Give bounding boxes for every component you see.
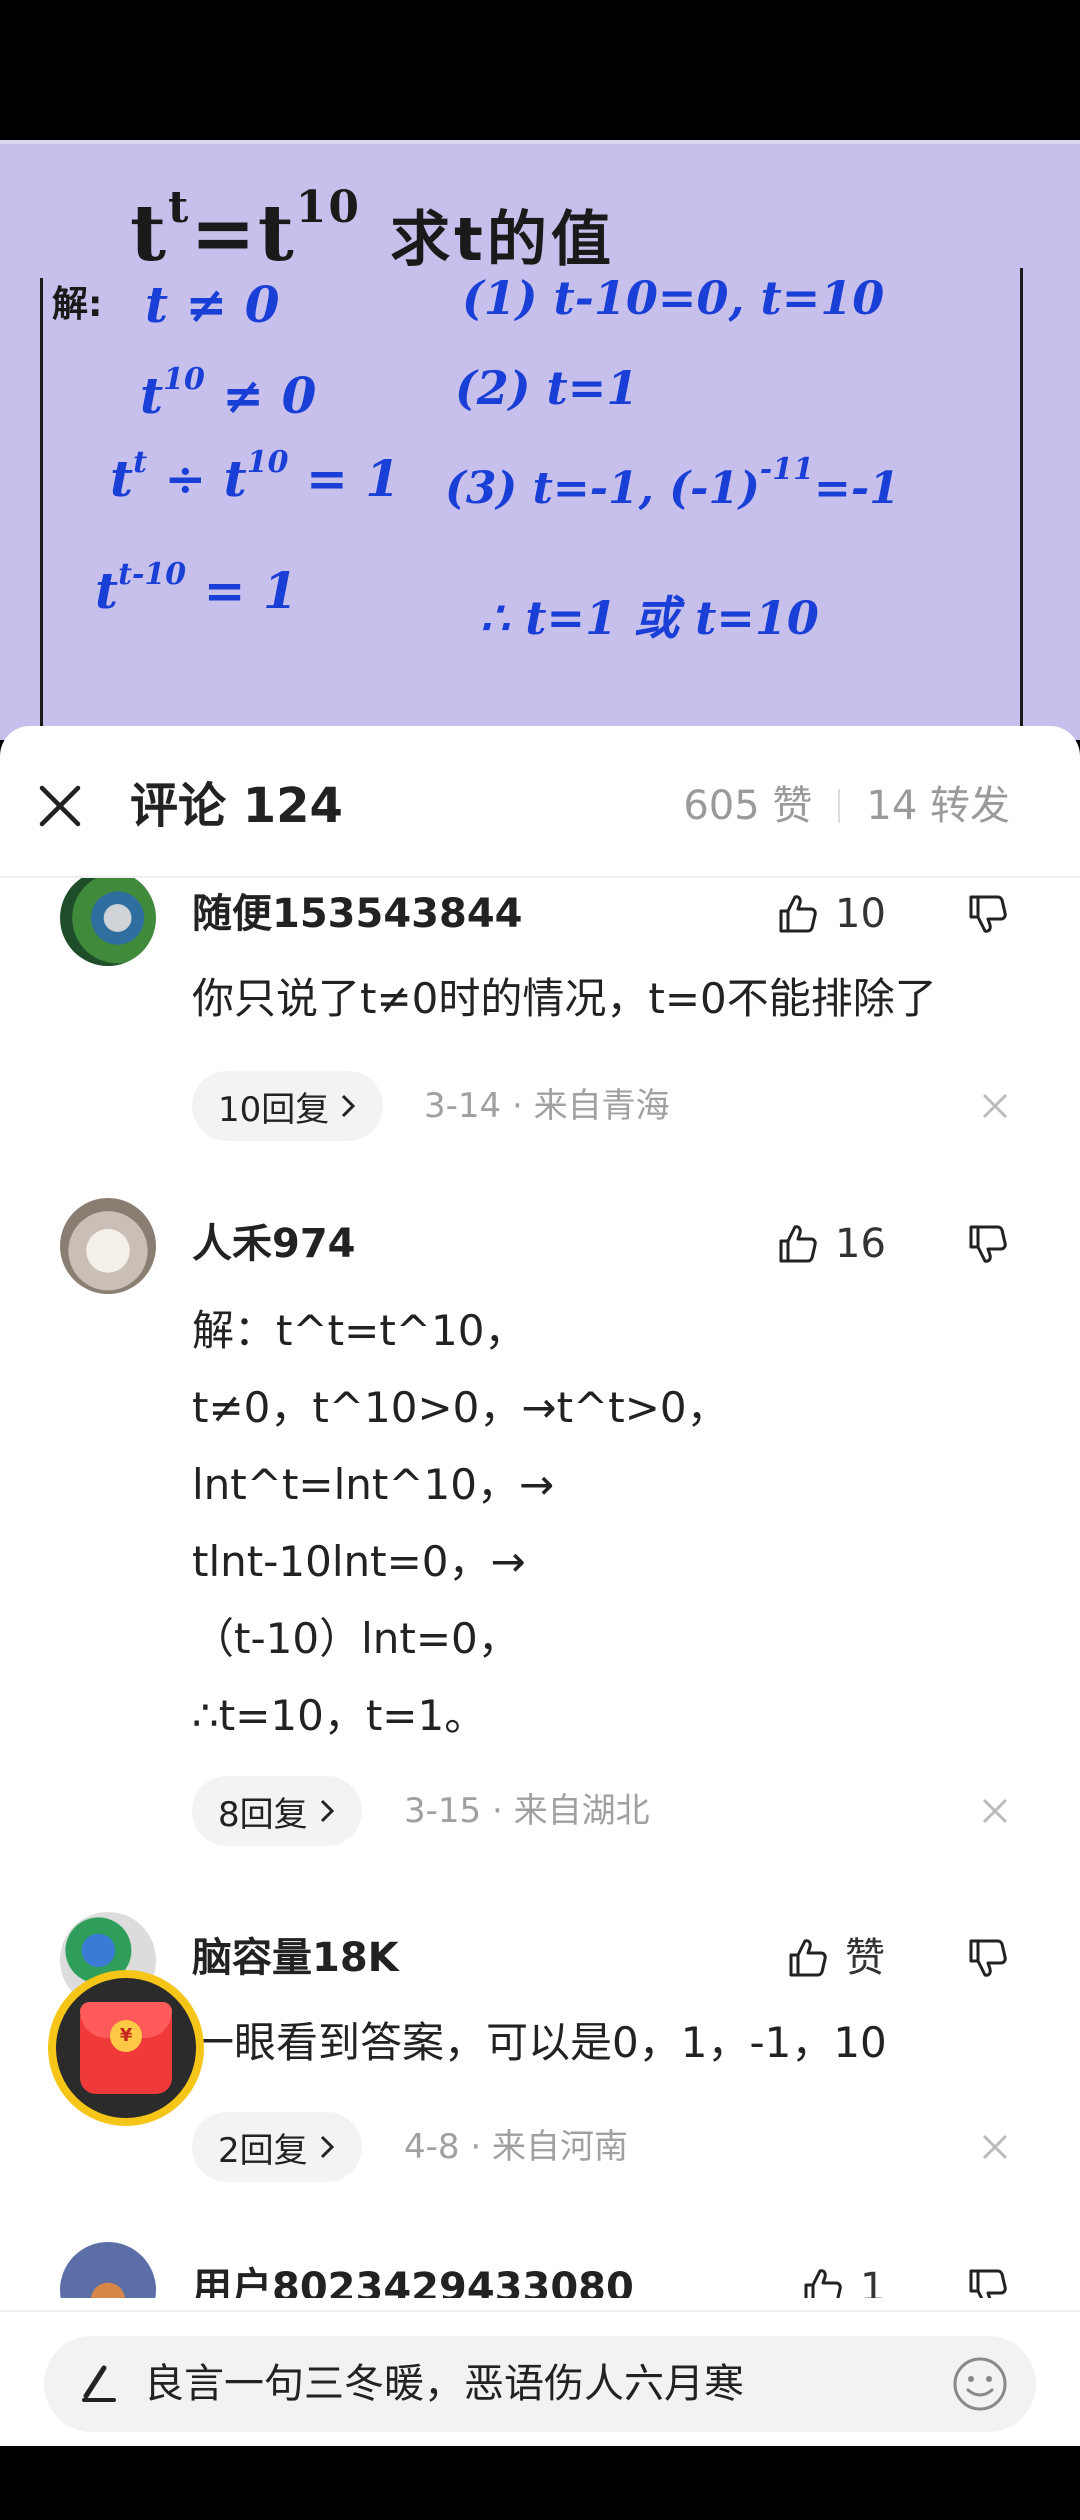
like-button[interactable]: 赞	[785, 1928, 885, 1988]
shares-count[interactable]: 14 转发	[866, 778, 1010, 834]
avatar[interactable]	[60, 878, 156, 966]
like-button[interactable]: 1	[800, 2258, 885, 2298]
comment-text: 一眼看到答案，可以是0，1，-1，10	[192, 2018, 887, 2067]
thumbs-up-icon	[789, 1939, 827, 1977]
like-button[interactable]: 10	[775, 884, 886, 944]
title-question: 求t的值	[390, 205, 615, 275]
like-count: 10	[835, 891, 886, 937]
username[interactable]: 用户8023429433080	[192, 2260, 634, 2298]
username[interactable]: 随便153543844	[192, 886, 523, 942]
avatar[interactable]	[60, 1198, 156, 1294]
thumbs-up-icon	[804, 2269, 842, 2298]
pen-icon	[82, 2365, 116, 2402]
like-count: 16	[835, 1221, 886, 1267]
replies-label: 10回复	[218, 1089, 330, 1130]
close-button[interactable]	[30, 776, 90, 836]
chevron-right-icon	[320, 2135, 334, 2159]
comment-meta: 4-8 · 来自河南	[404, 2127, 628, 2167]
replies-label: 2回复	[218, 2130, 308, 2171]
comment-input-area: 良言一句三冬暖，恶语伤人六月寒	[0, 2310, 1080, 2446]
replies-button[interactable]: 2回复	[192, 2112, 362, 2182]
thumbs-down-icon	[969, 2269, 1007, 2298]
replies-label: 8回复	[218, 1794, 308, 1835]
comment-meta: 3-15 · 来自湖北	[404, 1791, 650, 1831]
dismiss-icon[interactable]	[980, 2132, 1010, 2162]
dislike-button[interactable]	[965, 1936, 1015, 1992]
red-packet-button[interactable]: ¥	[48, 1970, 204, 2126]
comment-count-title: 评论 124	[130, 778, 343, 834]
comment-meta: 3-14 · 来自青海	[424, 1086, 670, 1126]
like-count: 1	[860, 2265, 886, 2298]
video-top-border	[0, 140, 1080, 144]
red-packet-symbol: ¥	[110, 2020, 142, 2052]
comment-text: 解：t^t=t^10， t≠0，t^10>0，→t^t>0， lnt^t=lnt…	[192, 1306, 729, 1740]
post-stats: 605 赞 14 转发	[683, 778, 1010, 834]
replies-button[interactable]: 10回复	[192, 1071, 384, 1141]
username[interactable]: 人禾974	[192, 1216, 356, 1272]
thumbs-up-icon	[779, 1225, 817, 1263]
status-bar	[0, 0, 1080, 140]
thumbs-down-icon	[969, 1939, 1007, 1977]
thumbs-down-icon	[969, 895, 1007, 933]
title-equals: =t	[190, 188, 296, 279]
replies-button[interactable]: 8回复	[192, 1776, 362, 1846]
board-left-line	[40, 278, 43, 740]
close-icon	[39, 785, 81, 827]
title-exponent-1: t	[168, 182, 191, 233]
username[interactable]: 脑容量18K	[192, 1930, 399, 1986]
thumbs-down-icon	[969, 1225, 1007, 1263]
dislike-button[interactable]	[965, 2266, 1015, 2298]
emoji-icon[interactable]	[950, 2354, 1010, 2414]
comment-input-placeholder: 良言一句三冬暖，恶语伤人六月寒	[144, 2361, 744, 2407]
avatar[interactable]	[60, 2242, 156, 2298]
like-count: 赞	[845, 1935, 885, 1981]
comment-input[interactable]: 良言一句三冬暖，恶语伤人六月寒	[44, 2336, 1036, 2432]
dislike-button[interactable]	[965, 1222, 1015, 1278]
comment-text: 你只说了t≠0时的情况，t=0不能排除了	[192, 974, 937, 1023]
thumbs-up-icon	[779, 895, 817, 933]
title-base: t	[130, 188, 169, 279]
stats-divider	[838, 789, 841, 823]
board-right-line	[1020, 268, 1023, 740]
title-exponent-2: 10	[295, 182, 361, 233]
video-player[interactable]: tt=t10 求t的值 解: t ≠ 0 t10 ≠ 0 tt ÷ t10 = …	[0, 140, 1080, 740]
dislike-button[interactable]	[965, 892, 1015, 948]
board-title: tt=t10 求t的值	[130, 182, 615, 279]
comment-sheet: 评论 124 605 赞 14 转发 随便153543844 10 你只说了t≠	[0, 726, 1080, 2446]
chevron-right-icon	[320, 1799, 334, 1823]
red-envelope-icon: ¥	[80, 2002, 172, 2094]
comment-sheet-header: 评论 124 605 赞 14 转发	[0, 726, 1080, 878]
dismiss-icon[interactable]	[980, 1091, 1010, 1121]
solution-label: 解:	[52, 284, 103, 325]
like-button[interactable]: 16	[775, 1214, 886, 1274]
chevron-right-icon	[342, 1094, 356, 1118]
navigation-bar	[0, 2446, 1080, 2520]
likes-count[interactable]: 605 赞	[683, 778, 812, 834]
dismiss-icon[interactable]	[980, 1796, 1010, 1826]
